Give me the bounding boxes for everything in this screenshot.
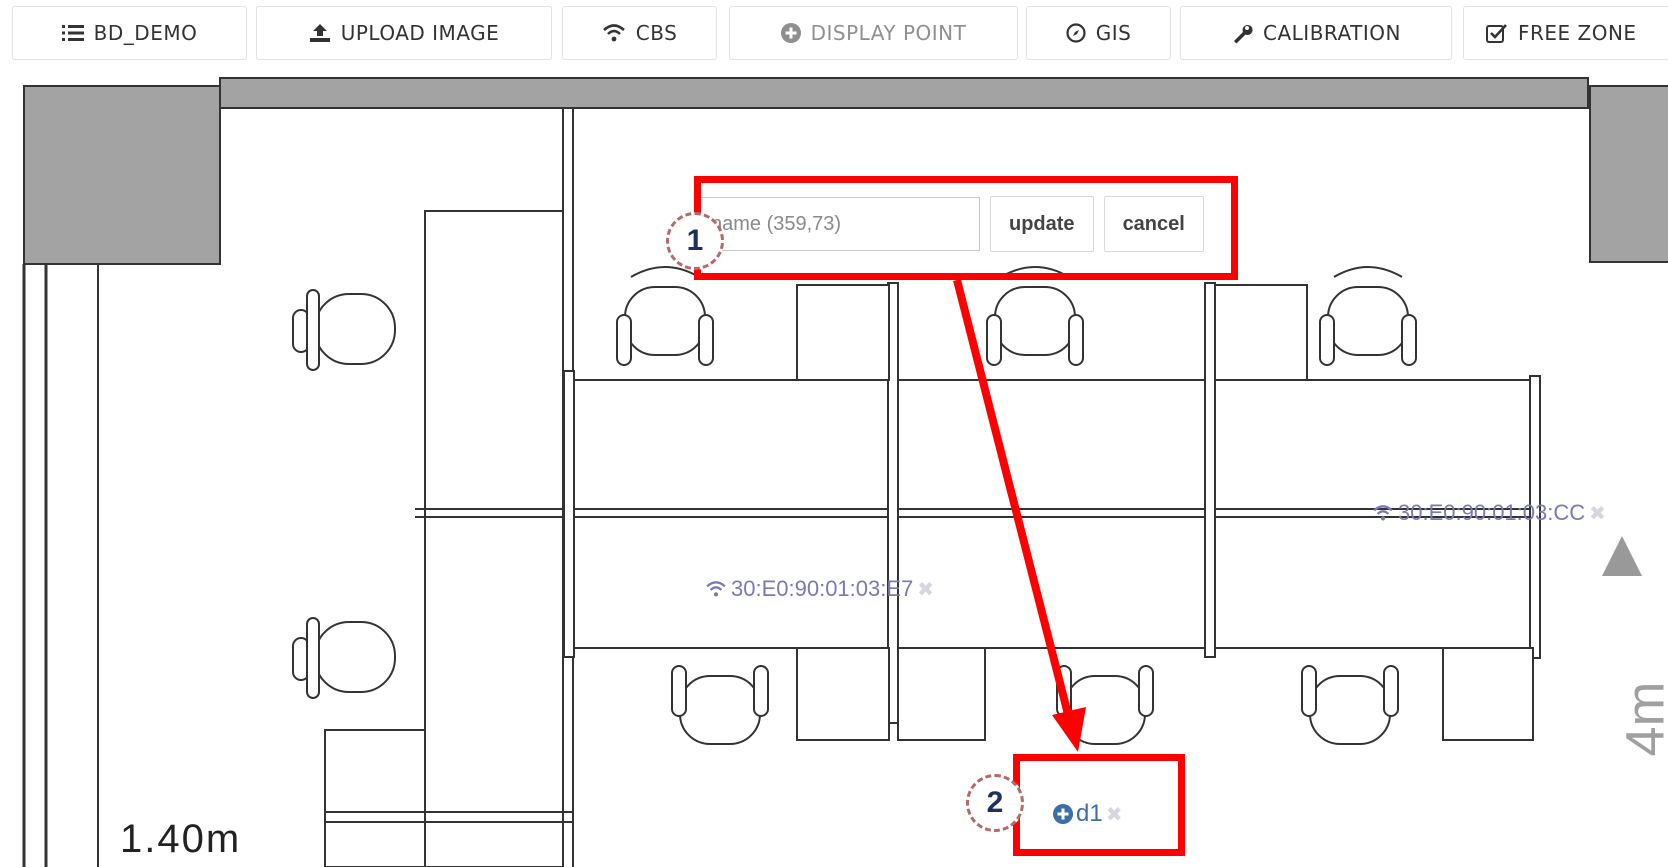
cbs-label: CBS — [635, 21, 678, 45]
toolbar: BD_DEMO UPLOAD IMAGE CBS DISPLAY POINT G… — [0, 0, 1668, 68]
access-point-label: 30:E0:90:01:03:E7 — [731, 576, 914, 601]
calibration-label: CALIBRATION — [1263, 21, 1401, 45]
access-point-label: 30:E0:90:01:03:CC — [1398, 500, 1586, 525]
left-column — [23, 85, 221, 265]
highlight-box-1 — [694, 176, 1238, 280]
right-column — [1589, 85, 1668, 263]
scale-arrow — [1602, 536, 1642, 576]
vertical-scale-label: 4m — [1615, 681, 1668, 757]
display-point-label: DISPLAY POINT — [810, 21, 967, 45]
display-point-button[interactable]: DISPLAY POINT — [729, 6, 1018, 60]
cbs-button[interactable]: CBS — [562, 6, 717, 60]
cabinet — [424, 210, 564, 867]
gis-button[interactable]: GIS — [1026, 6, 1171, 60]
gis-label: GIS — [1095, 21, 1132, 45]
free-zone-button[interactable]: FREE ZONE — [1463, 6, 1668, 60]
top-wall — [219, 77, 1589, 109]
checkbox-icon — [1486, 24, 1507, 43]
access-point-marker[interactable]: 30:E0:90:01:03:E7 ✖ — [705, 576, 934, 602]
horizontal-scale-label: 1.40m — [120, 817, 242, 861]
step-badge-2: 2 — [966, 774, 1024, 832]
upload-icon — [309, 24, 330, 42]
access-point-marker[interactable]: 30:E0:90:01:03:CC ✖ — [1372, 500, 1606, 526]
wifi-icon — [602, 24, 625, 42]
upload-image-button[interactable]: UPLOAD IMAGE — [256, 6, 552, 60]
highlight-box-2 — [1013, 754, 1185, 856]
plus-circle-icon — [780, 23, 801, 43]
calibration-button[interactable]: CALIBRATION — [1180, 6, 1452, 60]
remove-icon[interactable]: ✖ — [1589, 501, 1606, 526]
free-zone-label: FREE ZONE — [1518, 21, 1637, 45]
bd-demo-label: BD_DEMO — [93, 21, 198, 45]
wifi-icon — [706, 581, 726, 597]
compass-icon — [1066, 23, 1086, 43]
wrench-icon — [1234, 24, 1253, 44]
wifi-icon — [1373, 505, 1393, 521]
bd-demo-button[interactable]: BD_DEMO — [12, 6, 247, 60]
step-badge-1: 1 — [666, 212, 724, 270]
upload-image-label: UPLOAD IMAGE — [340, 21, 500, 45]
list-icon — [61, 25, 84, 41]
remove-icon[interactable]: ✖ — [917, 577, 934, 602]
